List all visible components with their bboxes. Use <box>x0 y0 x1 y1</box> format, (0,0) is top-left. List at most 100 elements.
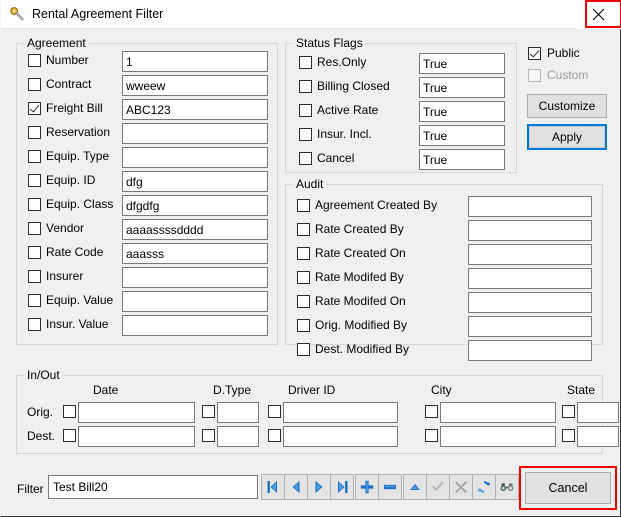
edit-record-icon <box>407 479 423 495</box>
agreement-checkbox-equip-type[interactable] <box>28 150 41 163</box>
apply-button[interactable]: Apply <box>529 126 605 148</box>
agreement-field-0[interactable]: 1 <box>122 51 268 72</box>
audit-field-dest-modified-by[interactable] <box>468 340 592 361</box>
agreement-checkbox-reservation[interactable] <box>28 126 41 139</box>
status-checkbox-insur-incl[interactable] <box>299 128 312 141</box>
audit-field-rate-created-on[interactable] <box>468 244 592 265</box>
status-field-insur-incl[interactable]: True <box>419 125 505 146</box>
inout-group: In/Out DateD.TypeDriver IDCityStateOrig.… <box>16 375 603 454</box>
inout-field-orig-driver[interactable] <box>283 402 398 423</box>
filter-input[interactable]: Test Bill20 <box>48 475 258 499</box>
audit-checkbox-rate-created-by[interactable] <box>297 223 310 236</box>
public-checkbox-label: Public <box>547 47 580 60</box>
audit-checkbox-dest-modified-by[interactable] <box>297 343 310 356</box>
edit-record-button[interactable] <box>403 474 427 500</box>
add-record-button[interactable] <box>355 474 379 500</box>
inout-field-dest-driver[interactable] <box>283 426 398 447</box>
agreement-checkbox-number[interactable] <box>28 54 41 67</box>
inout-field-dest-date[interactable] <box>78 426 195 447</box>
inout-checkbox-orig-city[interactable] <box>425 405 438 418</box>
agreement-field-3[interactable] <box>122 123 268 144</box>
audit-checkbox-orig-modified-by[interactable] <box>297 319 310 332</box>
inout-field-orig-date[interactable] <box>78 402 195 423</box>
status-field-active-rate[interactable]: True <box>419 101 505 122</box>
next-record-button[interactable] <box>307 474 331 500</box>
previous-record-button[interactable] <box>284 474 308 500</box>
agreement-field-10[interactable] <box>122 291 268 312</box>
inout-checkbox-orig-state[interactable] <box>562 405 575 418</box>
agreement-field-4[interactable] <box>122 147 268 168</box>
audit-field-orig-modified-by[interactable] <box>468 316 592 337</box>
filter-label: Filter <box>17 482 44 496</box>
last-record-icon <box>334 479 350 495</box>
agreement-checkbox-rate-code[interactable] <box>28 246 41 259</box>
inout-field-dest-dtype[interactable] <box>217 426 259 447</box>
inout-checkbox-dest-dtype[interactable] <box>202 429 215 442</box>
status-checkbox-active-rate[interactable] <box>299 104 312 117</box>
audit-checkbox-rate-modifed-on[interactable] <box>297 295 310 308</box>
agreement-checkbox-vendor[interactable] <box>28 222 41 235</box>
inout-field-dest-city[interactable] <box>440 426 556 447</box>
refresh-button[interactable] <box>472 474 496 500</box>
refresh-icon <box>476 479 492 495</box>
customize-button[interactable]: Customize <box>527 94 607 118</box>
inout-checkbox-orig-date[interactable] <box>63 405 76 418</box>
status-checkbox-cancel[interactable] <box>299 152 312 165</box>
audit-checkbox-rate-modifed-by[interactable] <box>297 271 310 284</box>
audit-field-rate-created-by[interactable] <box>468 220 592 241</box>
audit-label-3: Rate Modifed By <box>315 271 404 284</box>
inout-field-dest-state[interactable] <box>577 426 619 447</box>
agreement-checkbox-equip-value[interactable] <box>28 294 41 307</box>
inout-checkbox-dest-driver[interactable] <box>268 429 281 442</box>
agreement-checkbox-equip-class[interactable] <box>28 198 41 211</box>
agreement-field-5[interactable]: dfg <box>122 171 268 192</box>
status-label-2: Active Rate <box>317 104 378 117</box>
inout-checkbox-orig-driver[interactable] <box>268 405 281 418</box>
last-record-button[interactable] <box>330 474 354 500</box>
inout-checkbox-dest-city[interactable] <box>425 429 438 442</box>
agreement-field-6[interactable]: dfgdfg <box>122 195 268 216</box>
agreement-field-2[interactable]: ABC123 <box>122 99 268 120</box>
agreement-checkbox-contract[interactable] <box>28 78 41 91</box>
status-checkbox-res-only[interactable] <box>299 56 312 69</box>
agreement-field-7[interactable]: aaaassssdddd <box>122 219 268 240</box>
inout-checkbox-dest-date[interactable] <box>63 429 76 442</box>
inout-row-label-dest: Dest. <box>27 429 55 443</box>
agreement-group-legend: Agreement <box>24 36 89 50</box>
agreement-field-8[interactable]: aaasss <box>122 243 268 264</box>
public-checkbox[interactable] <box>528 47 541 60</box>
apply-button-focus-ring: Apply <box>527 124 607 150</box>
agreement-label-1: Contract <box>46 78 91 91</box>
audit-label-6: Dest. Modified By <box>315 343 409 356</box>
agreement-field-9[interactable] <box>122 267 268 288</box>
agreement-checkbox-insur-value[interactable] <box>28 318 41 331</box>
audit-field-rate-modifed-by[interactable] <box>468 268 592 289</box>
cancel-button[interactable]: Cancel <box>525 472 611 504</box>
agreement-field-11[interactable] <box>122 315 268 336</box>
agreement-checkbox-insurer[interactable] <box>28 270 41 283</box>
find-button[interactable] <box>495 474 519 500</box>
first-record-button[interactable] <box>261 474 285 500</box>
cancel-edit-icon <box>453 479 469 495</box>
inout-column-header-date: Date <box>93 383 118 397</box>
audit-field-agreement-created-by[interactable] <box>468 196 592 217</box>
agreement-label-7: Vendor <box>46 222 84 235</box>
status-field-res-only[interactable]: True <box>419 53 505 74</box>
status-field-billing-closed[interactable]: True <box>419 77 505 98</box>
inout-field-orig-state[interactable] <box>577 402 619 423</box>
audit-field-rate-modifed-on[interactable] <box>468 292 592 313</box>
close-button[interactable] <box>576 0 621 29</box>
inout-checkbox-dest-state[interactable] <box>562 429 575 442</box>
inout-field-orig-dtype[interactable] <box>217 402 259 423</box>
audit-checkbox-agreement-created-by[interactable] <box>297 199 310 212</box>
status-field-cancel[interactable]: True <box>419 149 505 170</box>
status-checkbox-billing-closed[interactable] <box>299 80 312 93</box>
agreement-checkbox-equip-id[interactable] <box>28 174 41 187</box>
agreement-checkbox-freight-bill[interactable] <box>28 102 41 115</box>
inout-field-orig-city[interactable] <box>440 402 556 423</box>
delete-record-button[interactable] <box>378 474 402 500</box>
agreement-field-1[interactable]: wweew <box>122 75 268 96</box>
audit-checkbox-rate-created-on[interactable] <box>297 247 310 260</box>
inout-checkbox-orig-dtype[interactable] <box>202 405 215 418</box>
agreement-label-3: Reservation <box>46 126 110 139</box>
